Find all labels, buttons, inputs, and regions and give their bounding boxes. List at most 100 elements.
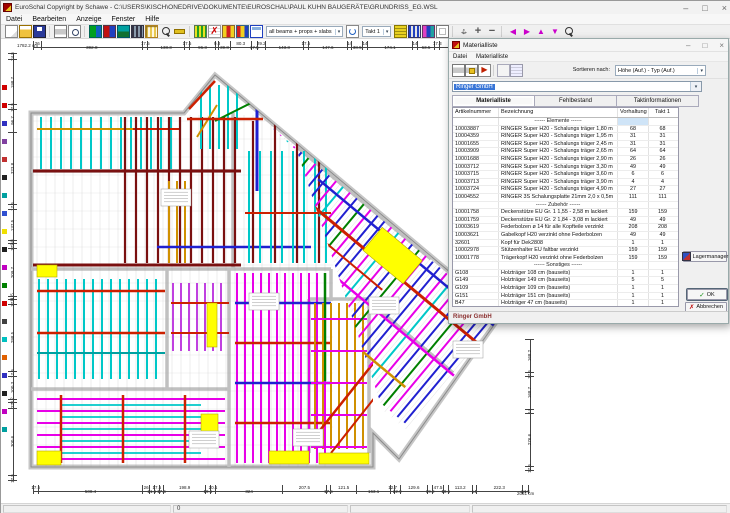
- menu-bearbeiten[interactable]: Bearbeiten: [32, 16, 66, 23]
- palette-color-swatch[interactable]: [2, 319, 7, 324]
- takt-dropdown[interactable]: Takt 1 ▾: [362, 26, 391, 37]
- table-row[interactable]: G149Holzträger 149 cm (bauseits)55: [453, 277, 678, 285]
- dialog-maximize-button[interactable]: □: [702, 41, 707, 50]
- table-row[interactable]: 10003909RINGER Super H20 - Schalungs trä…: [453, 148, 678, 156]
- palette-color-swatch[interactable]: [2, 283, 7, 288]
- beam-tool-icon[interactable]: [131, 25, 144, 38]
- table-row[interactable]: 10003715RINGER Super H20 - Schalungs trä…: [453, 171, 678, 179]
- material-table[interactable]: Artikelnummer Bezeichnung Vorhaltung Tak…: [452, 107, 679, 307]
- table-row[interactable]: B47Holzträger 47 cm (bauseits)11: [453, 300, 678, 307]
- tab-taktinformationen[interactable]: Taktinformationen: [616, 95, 699, 107]
- sort-dropdown[interactable]: Höhe (Auf.) - Typ (Auf.) ▾: [615, 65, 706, 76]
- table-row[interactable]: 10002978Stützenhalter EU faltbar verzink…: [453, 247, 678, 255]
- table-row[interactable]: 10003621Gabelkopf H20 verzinkt ohne Fede…: [453, 232, 678, 240]
- table-row[interactable]: 10004552RINGER 3S Schalungsplatte 21mm 2…: [453, 194, 678, 202]
- table-group-row[interactable]: ------ Zubehör ------: [453, 202, 678, 210]
- wall-tool-icon[interactable]: [89, 25, 102, 38]
- dialog-minimize-button[interactable]: –: [686, 41, 690, 50]
- statistics-icon[interactable]: [222, 25, 235, 38]
- menu-datei[interactable]: Datei: [6, 16, 22, 23]
- palette-color-swatch[interactable]: [2, 229, 7, 234]
- print-preview-icon[interactable]: [68, 25, 81, 38]
- print-icon[interactable]: [452, 64, 465, 77]
- menu-anzeige[interactable]: Anzeige: [76, 16, 101, 23]
- new-icon[interactable]: [5, 25, 18, 38]
- save-icon[interactable]: [33, 25, 46, 38]
- props-tool-icon[interactable]: [145, 25, 158, 38]
- table-group-row[interactable]: ------ Sonstiges ------: [453, 262, 678, 270]
- statistics2-icon[interactable]: [236, 25, 249, 38]
- palette-color-swatch[interactable]: [2, 139, 7, 144]
- pan-down-icon[interactable]: ▼: [548, 25, 561, 38]
- frame-icon[interactable]: [436, 25, 449, 38]
- table-row[interactable]: G108Holzträger 108 cm (bauseits)11: [453, 270, 678, 278]
- table-row[interactable]: 32601Kopf für Dek280811: [453, 240, 678, 248]
- tab-fehlbestand[interactable]: Fehlbestand: [534, 95, 617, 107]
- dialog-menu-datei[interactable]: Datei: [453, 54, 467, 60]
- pan-left-icon[interactable]: ◀: [506, 25, 519, 38]
- ok-button[interactable]: ✓ OK: [687, 289, 727, 300]
- palette-color-swatch[interactable]: [2, 355, 7, 360]
- color-palette-strip[interactable]: [2, 85, 8, 432]
- palette-color-swatch[interactable]: [2, 157, 7, 162]
- palette-color-swatch[interactable]: [2, 301, 7, 306]
- columns-color-icon[interactable]: [422, 25, 435, 38]
- palette-color-swatch[interactable]: [2, 391, 7, 396]
- table-row[interactable]: 10003619Federbolzen ø 14 für alle Kopfte…: [453, 224, 678, 232]
- table-row[interactable]: 10004359RINGER Super H20 - Schalungs trä…: [453, 133, 678, 141]
- hide-tool-icon[interactable]: [173, 25, 186, 38]
- copy-icon[interactable]: [497, 64, 510, 77]
- palette-color-swatch[interactable]: [2, 427, 7, 432]
- lagermanager-button[interactable]: Lagermanager: [683, 251, 727, 262]
- view-filter-dropdown[interactable]: all beams + props + slabs ▾: [266, 26, 343, 37]
- dialog-menu-materialliste[interactable]: Materialliste: [476, 54, 508, 60]
- pan-icon[interactable]: ↔↕: [457, 25, 470, 38]
- minimize-button[interactable]: –: [683, 3, 688, 13]
- zoom-out-icon[interactable]: −: [485, 25, 498, 38]
- table-row[interactable]: 10003724RINGER Super H20 - Schalungs trä…: [453, 186, 678, 194]
- palette-color-swatch[interactable]: [2, 103, 7, 108]
- table-row[interactable]: G109Holzträger 109 cm (bauseits)11: [453, 285, 678, 293]
- print-icon[interactable]: [54, 25, 67, 38]
- formwork-tool-icon[interactable]: [103, 25, 116, 38]
- export-icon[interactable]: ▶: [478, 64, 491, 77]
- palette-color-swatch[interactable]: [2, 175, 7, 180]
- palette-color-swatch[interactable]: [2, 373, 7, 378]
- pan-right-icon[interactable]: ▶: [520, 25, 533, 38]
- palette-color-swatch[interactable]: [2, 247, 7, 252]
- column-header-takt[interactable]: Takt 1: [649, 108, 676, 117]
- layers-icon[interactable]: [394, 25, 407, 38]
- slab-tool-icon[interactable]: [117, 25, 130, 38]
- palette-color-swatch[interactable]: [2, 85, 7, 90]
- table-row[interactable]: 10001759Deckenstütze EU Gr. 2 1,84 - 3,0…: [453, 217, 678, 225]
- open-icon[interactable]: [19, 25, 32, 38]
- zoom-window-icon[interactable]: [562, 25, 575, 38]
- column-header-vorhaltung[interactable]: Vorhaltung: [618, 108, 649, 117]
- dialog-close-button[interactable]: ×: [719, 41, 724, 50]
- table-row[interactable]: 10001778Trägerkopf H20 verzinkt ohne Fed…: [453, 255, 678, 263]
- table-row[interactable]: 10001655RINGER Super H20 - Schalungs trä…: [453, 141, 678, 149]
- table-icon[interactable]: [250, 25, 263, 38]
- tab-materialliste[interactable]: Materialliste: [452, 95, 535, 107]
- table-row[interactable]: G151Holzträger 151 cm (bauseits)11: [453, 293, 678, 301]
- table-group-row[interactable]: ------ Elemente ------: [453, 118, 678, 126]
- company-combobox[interactable]: Ringer GmbH ▾: [452, 81, 702, 92]
- column-header-artikelnummer[interactable]: Artikelnummer: [453, 108, 499, 117]
- palette-color-swatch[interactable]: [2, 409, 7, 414]
- menu-fenster[interactable]: Fenster: [112, 16, 136, 23]
- menu-hilfe[interactable]: Hilfe: [145, 16, 159, 23]
- refresh-icon[interactable]: [346, 25, 359, 38]
- palette-color-swatch[interactable]: [2, 193, 7, 198]
- print-setup-icon[interactable]: [465, 64, 478, 77]
- palette-color-swatch[interactable]: [2, 337, 7, 342]
- table-row[interactable]: 10001688RINGER Super H20 - Schalungs trä…: [453, 156, 678, 164]
- palette-color-swatch[interactable]: [2, 265, 7, 270]
- maximize-button[interactable]: □: [702, 3, 707, 13]
- palette-color-swatch[interactable]: [2, 121, 7, 126]
- zoom-tool-icon[interactable]: [159, 25, 172, 38]
- grid-color-icon[interactable]: [408, 25, 421, 38]
- pan-up-icon[interactable]: ▲: [534, 25, 547, 38]
- delete-material-icon[interactable]: ✗: [208, 25, 221, 38]
- material-list-icon[interactable]: [194, 25, 207, 38]
- table-row[interactable]: 10003887RINGER Super H20 - Schalungs trä…: [453, 126, 678, 134]
